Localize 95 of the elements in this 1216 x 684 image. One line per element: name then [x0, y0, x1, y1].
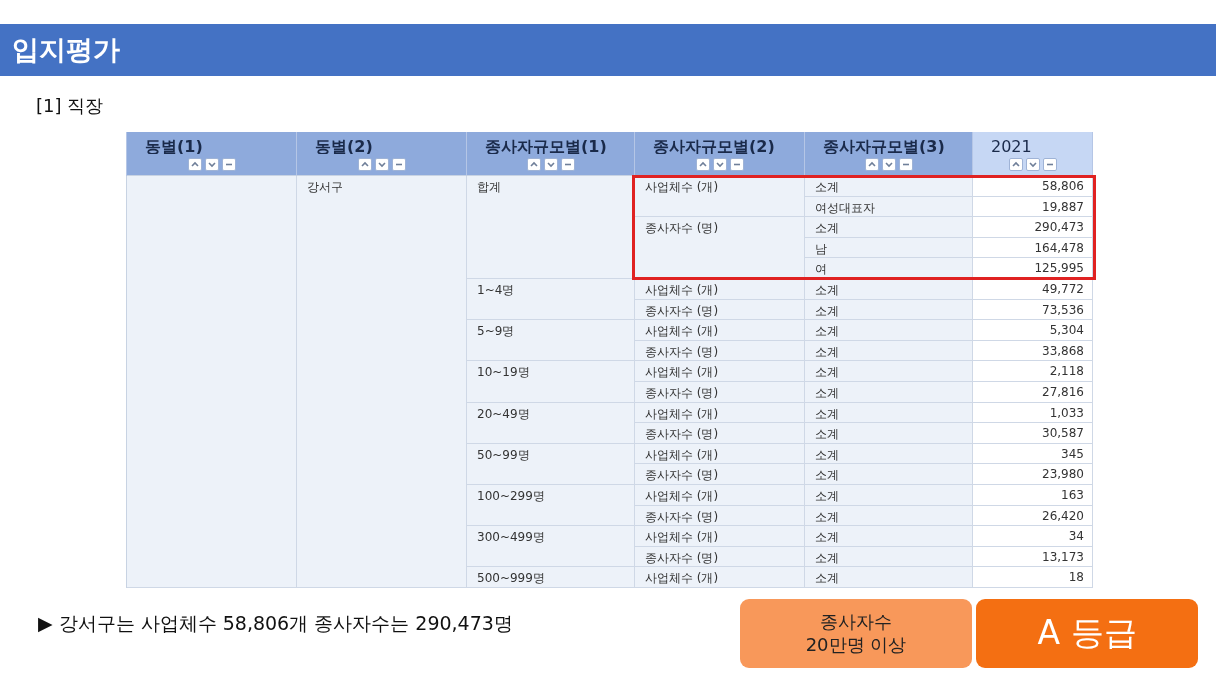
- table-cell: 사업체수 (개): [635, 526, 805, 547]
- table-cell: 사업체수 (개): [635, 484, 805, 506]
- summary-text: ▶ 강서구는 사업체수 58,806개 종사자수는 290,473명: [38, 610, 514, 636]
- collapse-icon[interactable]: [560, 158, 575, 171]
- collapse-icon[interactable]: [729, 158, 744, 171]
- table-cell: 1,033: [973, 402, 1093, 424]
- table-cell: 여: [805, 258, 973, 279]
- sort-up-icon[interactable]: [187, 158, 202, 171]
- table-cell: 5,304: [973, 320, 1093, 341]
- table-cell: 290,473: [973, 217, 1093, 238]
- table-cell: 종사자수 (명): [635, 423, 805, 444]
- table-cell: 19,887: [973, 196, 1093, 218]
- table-cell: 58,806: [973, 176, 1093, 197]
- table-cell: 소계: [805, 340, 973, 362]
- slide-title: 입지평가: [12, 33, 120, 67]
- table-cell: 34: [973, 526, 1093, 547]
- table-cell: 소계: [805, 381, 973, 403]
- table-cell: 23,980: [973, 464, 1093, 485]
- column-header: 종사자규모별(3): [805, 132, 973, 154]
- table-cell: 345: [973, 443, 1093, 465]
- table-cell: 5~9명: [467, 320, 635, 362]
- column-header: 동별(1): [127, 132, 297, 154]
- table-cell: 종사자수 (명): [635, 381, 805, 403]
- table-cell: 소계: [805, 361, 973, 382]
- table-cell: 종사자수 (명): [635, 299, 805, 321]
- column-header: 종사자규모별(1): [467, 132, 635, 154]
- grade-badge: A 등급: [976, 598, 1198, 668]
- table-cell: 20~49명: [467, 402, 635, 444]
- table-cell: 300~499명: [467, 526, 635, 568]
- table-cell: 남: [805, 237, 973, 259]
- table-cell: 2,118: [973, 361, 1093, 382]
- table-cell: 30,587: [973, 423, 1093, 444]
- sort-up-icon[interactable]: [357, 158, 372, 171]
- table-cell: 여성대표자: [805, 196, 973, 218]
- table-cell: 소계: [805, 443, 973, 465]
- criterion-badge: 종사자수 20만명 이상: [740, 598, 972, 668]
- table-cell: 소계: [805, 505, 973, 527]
- table-cell: 1~4명: [467, 278, 635, 321]
- table-cell: 73,536: [973, 299, 1093, 321]
- sort-up-icon[interactable]: [1008, 158, 1023, 171]
- sort-down-icon[interactable]: [543, 158, 558, 171]
- table-cell: 소계: [805, 217, 973, 238]
- table-cell: 소계: [805, 320, 973, 341]
- table-cell: 종사자수 (명): [635, 546, 805, 568]
- table-cell: 소계: [805, 299, 973, 321]
- collapse-icon[interactable]: [1042, 158, 1057, 171]
- table-cell: 강서구: [297, 176, 467, 588]
- table-cell: 사업체수 (개): [635, 567, 805, 588]
- sort-up-icon[interactable]: [864, 158, 879, 171]
- table-cell: 종사자수 (명): [635, 340, 805, 362]
- table-cell: 합계: [467, 176, 635, 279]
- table-cell: 종사자수 (명): [635, 217, 805, 279]
- table-cell: 26,420: [973, 505, 1093, 527]
- table-cell: 종사자수 (명): [635, 464, 805, 485]
- table-cell: 500~999명: [467, 567, 635, 588]
- table-cell: 소계: [805, 567, 973, 588]
- sort-down-icon[interactable]: [204, 158, 219, 171]
- table-cell: 소계: [805, 546, 973, 568]
- table-cell: 27,816: [973, 381, 1093, 403]
- table-cell: 소계: [805, 402, 973, 424]
- table-cell: 소계: [805, 423, 973, 444]
- sort-down-icon[interactable]: [881, 158, 896, 171]
- column-header: 동별(2): [297, 132, 467, 154]
- table-cell: 소계: [805, 526, 973, 547]
- sort-up-icon[interactable]: [526, 158, 541, 171]
- table-cell: 사업체수 (개): [635, 278, 805, 300]
- column-header: 2021: [973, 132, 1093, 154]
- sort-down-icon[interactable]: [712, 158, 727, 171]
- table-cell: 종사자수 (명): [635, 505, 805, 527]
- collapse-icon[interactable]: [391, 158, 406, 171]
- table-cell: 50~99명: [467, 443, 635, 485]
- table-cell: 사업체수 (개): [635, 402, 805, 424]
- table-cell: 100~299명: [467, 484, 635, 527]
- sort-down-icon[interactable]: [374, 158, 389, 171]
- table-cell: 18: [973, 567, 1093, 588]
- collapse-icon[interactable]: [898, 158, 913, 171]
- table-cell: 사업체수 (개): [635, 320, 805, 341]
- table-cell: 소계: [805, 464, 973, 485]
- table-cell: 13,173: [973, 546, 1093, 568]
- table-cell: 10~19명: [467, 361, 635, 403]
- table-cell: 소계: [805, 176, 973, 197]
- table-cell: 사업체수 (개): [635, 176, 805, 218]
- sort-up-icon[interactable]: [695, 158, 710, 171]
- sort-down-icon[interactable]: [1025, 158, 1040, 171]
- table-cell: 소계: [805, 484, 973, 506]
- table-cell: 33,868: [973, 340, 1093, 362]
- table-cell: 소계: [805, 278, 973, 300]
- section-heading: [1] 직장: [36, 94, 104, 118]
- table-cell: 사업체수 (개): [635, 443, 805, 465]
- collapse-icon[interactable]: [221, 158, 236, 171]
- column-header: 종사자규모별(2): [635, 132, 805, 154]
- table-cell: 164,478: [973, 237, 1093, 259]
- table-cell: 163: [973, 484, 1093, 506]
- table-cell: 사업체수 (개): [635, 361, 805, 382]
- table-cell: 49,772: [973, 278, 1093, 300]
